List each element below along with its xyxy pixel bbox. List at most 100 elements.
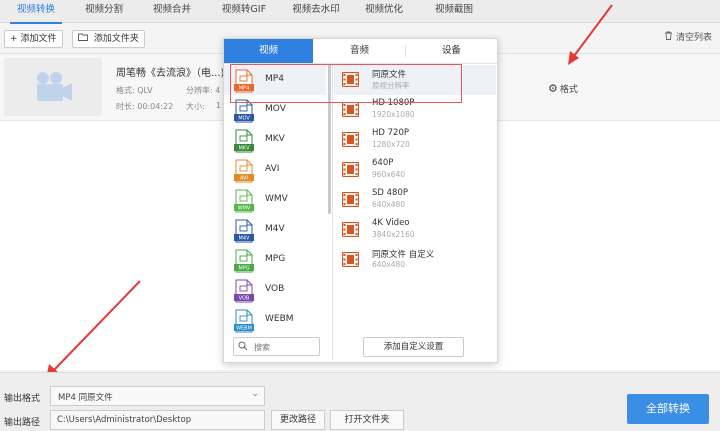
format-settings-button[interactable]: ⚙ 格式 [548, 82, 578, 95]
format-list: MP4 MP4 MOV MOV MKV MKV AVI AVI WMV WMV M4V M4V MPG M… [224, 64, 328, 334]
tab-video-screenshot[interactable]: 视频截图 [428, 0, 480, 22]
file-size-value: 1 [216, 101, 222, 110]
format-item-avi[interactable]: AVI AVI [224, 155, 326, 185]
tab-video-split[interactable]: 视频分割 [78, 0, 130, 22]
preset-item[interactable]: 640P 960x640 [334, 155, 496, 185]
change-path-button[interactable]: 更改路径 [271, 410, 325, 430]
tab-remove-watermark[interactable]: 视频去水印 [284, 0, 348, 22]
preset-item[interactable]: HD 720P 1280x720 [334, 125, 496, 155]
tab-video-to-gif[interactable]: 视频转GIF [214, 0, 274, 22]
svg-text:WMV: WMV [238, 206, 251, 212]
output-path-field[interactable]: C:\Users\Administrator\Desktop [50, 410, 265, 430]
format-item-wmv[interactable]: WMV WMV [224, 185, 326, 215]
video-camera-icon [37, 72, 72, 101]
tab-video-optimize[interactable]: 视频优化 [358, 0, 410, 22]
output-path-value: C:\Users\Administrator\Desktop [57, 415, 192, 425]
avi-file-icon: AVI [234, 159, 254, 183]
preset-resolution: 960x640 [372, 170, 406, 179]
selected-preset-highlight [230, 64, 462, 103]
film-icon [342, 252, 359, 267]
output-format-value: MP4 同原文件 [58, 393, 113, 403]
add-file-button[interactable]: + 添加文件 [4, 30, 63, 48]
video-thumbnail [4, 58, 102, 116]
mpg-file-icon: MPG [234, 249, 254, 273]
folder-icon [78, 33, 91, 44]
tab-video-convert[interactable]: 视频转换 [10, 0, 62, 24]
format-item-label: AVI [265, 164, 280, 174]
format-item-label: WMV [265, 194, 288, 204]
webm-file-icon: WEBM [234, 309, 254, 333]
film-icon [342, 192, 359, 207]
film-icon [342, 162, 359, 177]
plus-icon: + [10, 34, 18, 44]
trash-icon [664, 31, 676, 43]
output-format-label: 输出格式 [4, 394, 41, 404]
bottom-bar: 输出格式 MP4 同原文件 ⌄ 输出路径 C:\Users\Administra… [0, 372, 720, 431]
popup-divider [332, 64, 333, 360]
preset-name: 同原文件 自定义 [372, 250, 435, 260]
svg-text:M4V: M4V [239, 236, 250, 242]
preset-item[interactable]: 4K Video 3840x2160 [334, 215, 496, 245]
preset-item[interactable]: 同原文件 自定义 640x480 [334, 245, 496, 275]
format-item-label: M4V [265, 224, 285, 234]
format-item-label: MOV [265, 104, 286, 114]
add-folder-button[interactable]: 添加文件夹 [72, 30, 145, 48]
svg-text:MPG: MPG [238, 266, 249, 272]
m4v-file-icon: M4V [234, 219, 254, 243]
format-item-label: MPG [265, 254, 286, 264]
preset-resolution: 3840x2160 [372, 230, 415, 239]
output-format-select[interactable]: MP4 同原文件 ⌄ [50, 386, 265, 406]
vob-file-icon: VOB [234, 279, 254, 303]
add-custom-setting-button[interactable]: 添加自定义设置 [363, 337, 464, 357]
film-icon [342, 102, 359, 117]
open-folder-button[interactable]: 打开文件夹 [330, 410, 404, 430]
film-icon [342, 132, 359, 147]
svg-text:AVI: AVI [240, 176, 248, 182]
format-item-label: MKV [265, 134, 285, 144]
preset-resolution: 640x480 [372, 260, 406, 269]
wmv-file-icon: WMV [234, 189, 254, 213]
file-size-label: 大小: [186, 102, 205, 111]
format-item-mkv[interactable]: MKV MKV [224, 125, 326, 155]
convert-all-button[interactable]: 全部转换 [627, 394, 709, 424]
film-icon [342, 222, 359, 237]
popup-tab-video[interactable]: 视频 [224, 39, 313, 63]
annotation-arrow-bottom [46, 280, 141, 379]
file-resolution: 分辨率: 4 [186, 86, 221, 95]
preset-name: SD 480P [372, 188, 408, 198]
format-item-label: VOB [265, 284, 285, 294]
format-item-vob[interactable]: VOB VOB [224, 275, 326, 305]
preset-item[interactable]: SD 480P 640x480 [334, 185, 496, 215]
format-item-webm[interactable]: WEBM WEBM [224, 305, 326, 334]
svg-text:MKV: MKV [238, 146, 250, 152]
chevron-down-icon: ⌄ [251, 389, 259, 399]
clear-list-button[interactable]: 清空列表 [664, 31, 712, 45]
popup-tabs: 视频 音频 设备 [224, 39, 497, 64]
format-item-mpg[interactable]: MPG MPG [224, 245, 326, 275]
file-name: 周笔畅《去流浪》（电...).( [116, 68, 232, 79]
preset-name: HD 720P [372, 128, 409, 138]
file-duration: 时长: 00:04:22 [116, 102, 174, 111]
format-settings-label: 格式 [559, 85, 578, 95]
add-file-label: 添加文件 [20, 34, 57, 44]
preset-resolution: 1280x720 [372, 140, 410, 149]
output-path-label: 输出路径 [4, 418, 41, 428]
svg-text:WEBM: WEBM [236, 326, 252, 332]
svg-text:MOV: MOV [238, 116, 250, 122]
clear-list-label: 清空列表 [675, 33, 712, 43]
preset-resolution: 640x480 [372, 200, 406, 209]
annotation-arrow-top [568, 4, 613, 65]
popup-tab-audio[interactable]: 音频 [314, 39, 405, 63]
add-folder-label: 添加文件夹 [93, 34, 139, 44]
format-search-input[interactable] [252, 339, 318, 355]
format-item-m4v[interactable]: M4V M4V [224, 215, 326, 245]
mkv-file-icon: MKV [234, 129, 254, 153]
popup-tab-device[interactable]: 设备 [406, 39, 497, 63]
gear-icon: ⚙ [548, 82, 558, 95]
format-search-field[interactable] [233, 337, 320, 356]
svg-text:VOB: VOB [239, 296, 250, 302]
preset-resolution: 1920x1080 [372, 110, 415, 119]
tab-video-merge[interactable]: 视频合并 [146, 0, 198, 22]
preset-name: 4K Video [372, 218, 410, 228]
format-item-label: WEBM [265, 314, 294, 324]
